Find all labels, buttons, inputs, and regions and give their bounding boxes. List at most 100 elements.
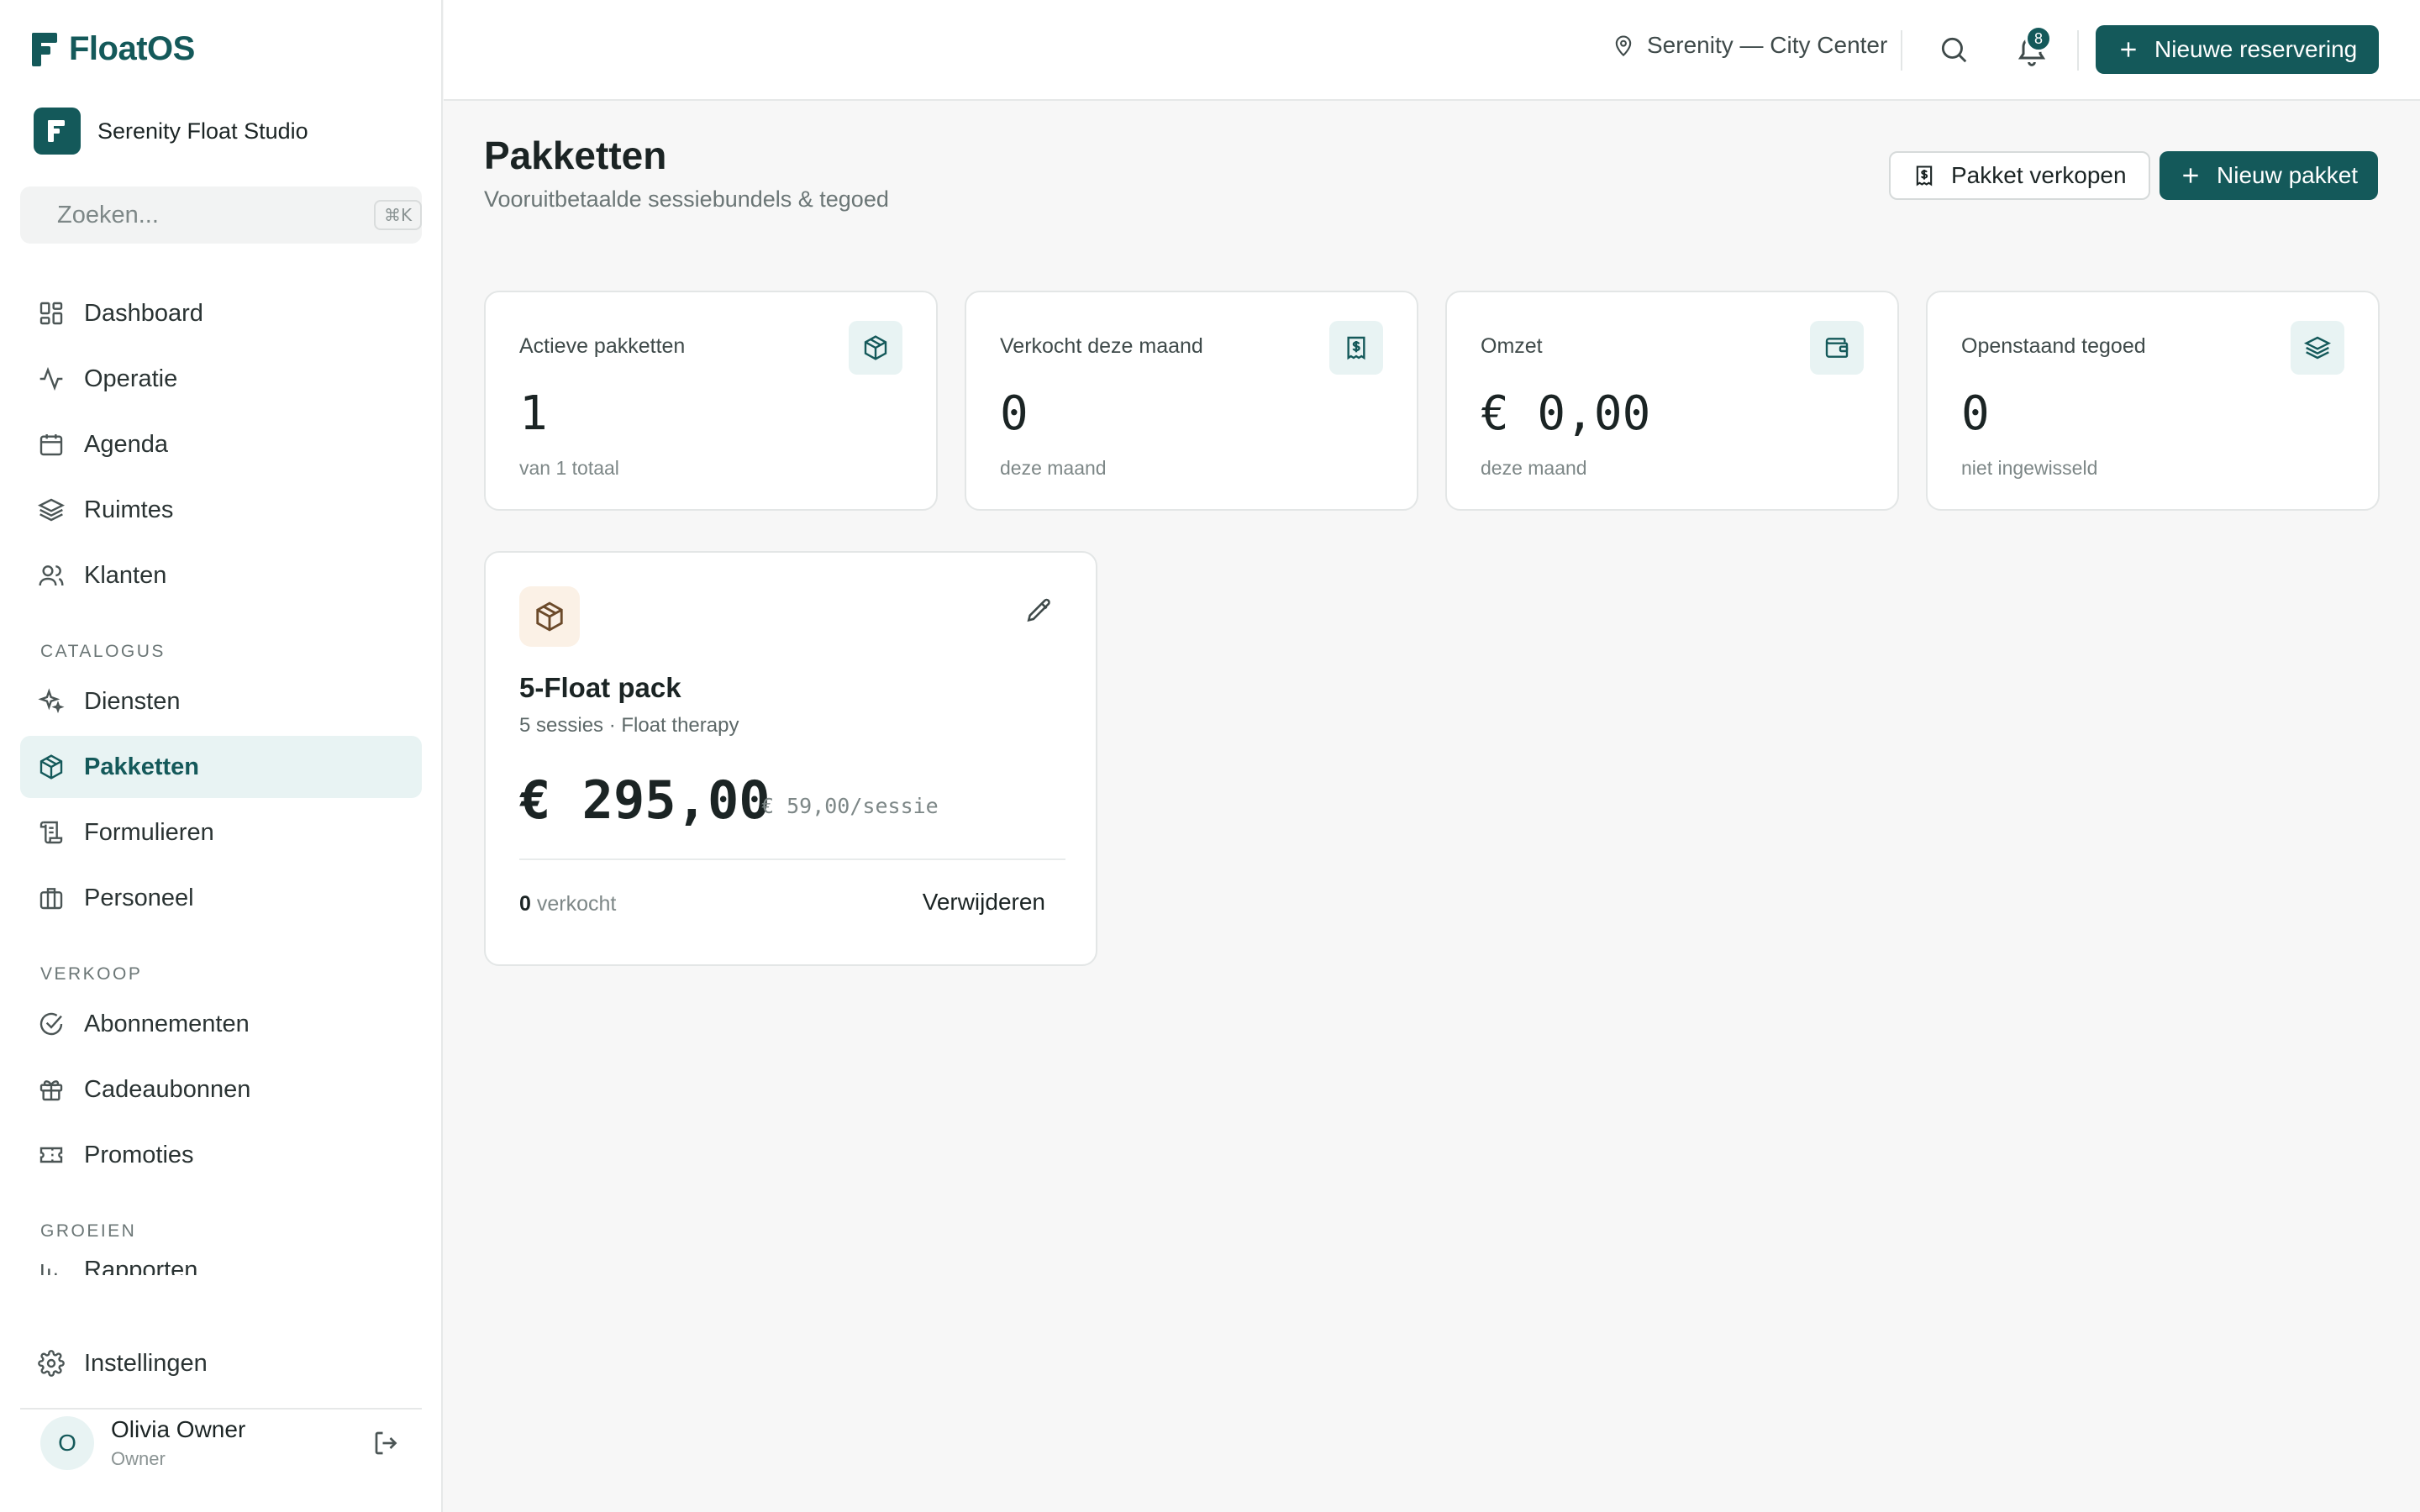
sidebar-item-label: Rapporten: [84, 1257, 198, 1275]
brand-logo[interactable]: FloatOS: [32, 30, 195, 68]
plus-icon: [2183, 168, 2198, 183]
activity-pulse-icon: [37, 365, 66, 393]
studio-name: Serenity Float Studio: [97, 118, 308, 144]
sidebar-item-label: Ruimtes: [84, 496, 174, 523]
package-meta: 5 sessies · Float therapy: [519, 714, 739, 737]
new-reservation-button[interactable]: Nieuwe reservering: [2096, 25, 2380, 74]
ticket-icon: [37, 1141, 66, 1169]
bar-chart-icon: [37, 1257, 66, 1275]
divider: [1901, 30, 1902, 71]
stat-note: niet ingewisseld: [1961, 457, 2098, 479]
topbar: Serenity — City Center 8 Nieuwe reserver…: [444, 0, 2420, 101]
check-circle-icon: [37, 1010, 66, 1038]
sidebar-item-dashboard[interactable]: Dashboard: [20, 282, 422, 344]
floatos-logo-icon: [32, 32, 57, 66]
brand-name: FloatOS: [69, 30, 195, 67]
package-price: € 295,00: [519, 769, 771, 831]
package-icon: [37, 753, 66, 781]
sidebar-item-label: Abonnementen: [84, 1010, 250, 1037]
sell-package-label: Pakket verkopen: [1951, 162, 2127, 188]
avatar[interactable]: O: [40, 1416, 94, 1470]
plus-icon: [2121, 42, 2136, 57]
sidebar-item-operatie[interactable]: Operatie: [20, 348, 422, 410]
package-name: 5-Float pack: [519, 672, 681, 703]
logout-icon[interactable]: [371, 1428, 402, 1458]
sidebar-footer-nav: Instellingen: [20, 1332, 422, 1410]
stat-label: Omzet: [1481, 334, 1543, 358]
package-card: 5-Float pack 5 sessies · Float therapy €…: [484, 551, 1097, 966]
location-selector[interactable]: Serenity — City Center: [1612, 32, 1887, 59]
delete-package-button[interactable]: Verwijderen: [923, 889, 1045, 916]
sidebar-item-klanten[interactable]: Klanten: [20, 544, 422, 606]
sidebar-item-label: Pakketten: [84, 753, 200, 780]
sidebar-item-diensten[interactable]: Diensten: [20, 670, 422, 732]
layers-icon: [2291, 321, 2344, 375]
sidebar-item-label: Formulieren: [84, 818, 214, 846]
studio-switcher[interactable]: Serenity Float Studio: [34, 108, 308, 155]
sidebar-item-label: Promoties: [84, 1141, 194, 1168]
search-icon[interactable]: [1938, 34, 1970, 66]
stat-value: 0: [1961, 386, 1990, 441]
stat-card-active-packages: Actieve pakketten 1 van 1 totaal: [484, 291, 938, 511]
stat-note: deze maand: [1481, 457, 1587, 479]
stat-value: 1: [519, 386, 548, 441]
sidebar-search[interactable]: ⌘K: [20, 186, 423, 244]
section-label-groeien: GROEIEN: [40, 1221, 137, 1241]
notification-badge: 8: [2025, 25, 2052, 52]
sidebar-item-cadeaubonnen[interactable]: Cadeaubonnen: [20, 1058, 422, 1121]
stat-value: 0: [1000, 386, 1028, 441]
package-icon: [849, 321, 902, 375]
sidebar-item-label: Dashboard: [84, 299, 203, 327]
stat-card-sold-this-month: Verkocht deze maand 0 deze maand: [965, 291, 1418, 511]
sidebar-item-promoties[interactable]: Promoties: [20, 1124, 422, 1186]
sidebar-item-label: Diensten: [84, 687, 181, 715]
location-label: Serenity — City Center: [1647, 32, 1888, 58]
map-pin-icon: [1615, 35, 1632, 57]
layers-icon: [37, 496, 66, 524]
sidebar-item-formulieren[interactable]: Formulieren: [20, 801, 422, 864]
receipt-icon: [1916, 165, 1933, 186]
sidebar-item-ruimtes[interactable]: Ruimtes: [20, 479, 422, 541]
sidebar-item-rapporten[interactable]: Rapporten: [20, 1250, 422, 1275]
dashboard-grid-icon: [37, 299, 66, 328]
sidebar: FloatOS Serenity Float Studio ⌘K Dashboa…: [0, 0, 443, 1512]
search-shortcut: ⌘K: [374, 200, 423, 230]
scroll-icon: [37, 818, 66, 847]
wallet-icon: [1810, 321, 1864, 375]
stat-value: € 0,00: [1481, 386, 1651, 441]
sidebar-item-instellingen[interactable]: Instellingen: [20, 1332, 422, 1394]
stat-label: Openstaand tegoed: [1961, 334, 2146, 358]
sidebar-item-abonnementen[interactable]: Abonnementen: [20, 993, 422, 1055]
search-input[interactable]: [57, 201, 374, 229]
package-sold: 0 verkocht: [519, 892, 616, 916]
edit-pencil-icon[interactable]: [1025, 596, 1054, 625]
new-package-button[interactable]: Nieuw pakket: [2160, 151, 2379, 200]
sidebar-item-label: Cadeaubonnen: [84, 1075, 251, 1103]
page-subtitle: Vooruitbetaalde sessiebundels & tegoed: [484, 186, 889, 212]
stat-note: van 1 totaal: [519, 457, 619, 479]
user-profile: O Olivia Owner Owner: [40, 1416, 402, 1470]
calendar-icon: [37, 430, 66, 459]
sell-package-button[interactable]: Pakket verkopen: [1889, 151, 2150, 200]
users-icon: [37, 561, 66, 590]
sidebar-item-label: Klanten: [84, 561, 167, 589]
briefcase-icon: [37, 884, 66, 912]
new-package-label: Nieuw pakket: [2217, 162, 2359, 188]
sidebar-item-pakketten[interactable]: Pakketten: [20, 736, 422, 798]
package-icon: [519, 586, 580, 647]
studio-logo-icon: [34, 108, 81, 155]
sidebar-item-label: Agenda: [84, 430, 168, 458]
sidebar-item-personeel[interactable]: Personeel: [20, 867, 422, 929]
sidebar-item-label: Instellingen: [84, 1349, 208, 1377]
sidebar-item-agenda[interactable]: Agenda: [20, 413, 422, 475]
package-price-per-session: € 59,00/sessie: [761, 794, 939, 818]
user-role: Owner: [111, 1448, 166, 1469]
section-label-verkoop: VERKOOP: [40, 964, 143, 984]
stat-label: Actieve pakketten: [519, 334, 686, 358]
sidebar-item-label: Operatie: [84, 365, 178, 392]
receipt-icon: [1329, 321, 1383, 375]
stat-note: deze maand: [1000, 457, 1107, 479]
divider: [519, 858, 1065, 860]
sidebar-nav: Dashboard Operatie Agenda Ruimtes Klante…: [20, 282, 422, 1278]
gift-icon: [37, 1075, 66, 1104]
